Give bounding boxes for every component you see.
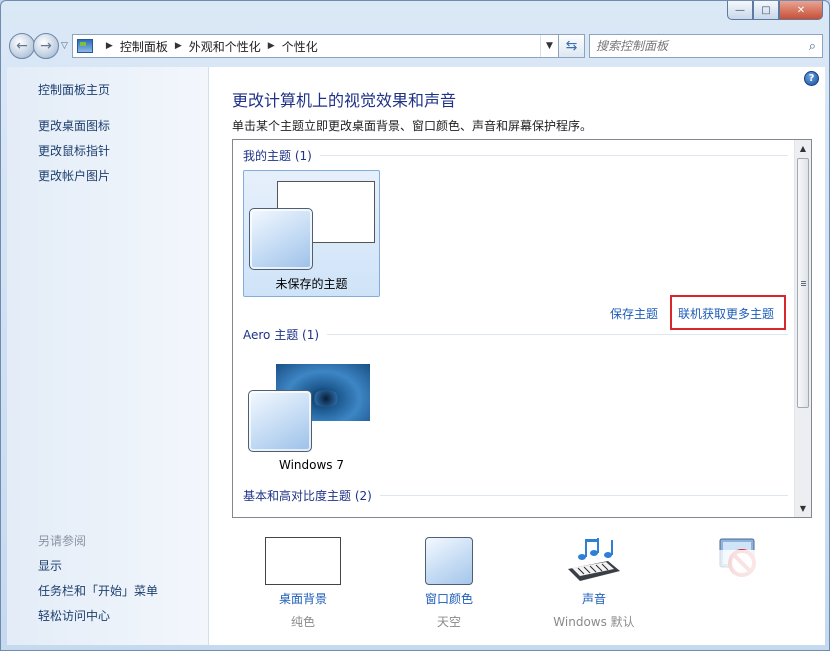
recent-pages-button[interactable]: ▽ (61, 41, 68, 51)
bottom-right-fade (625, 550, 825, 645)
search-icon[interactable]: ⌕ (809, 39, 816, 54)
breadcrumb-separator[interactable]: ▶ (106, 41, 113, 51)
group-basic-themes: 基本和高对比度主题 (2) (243, 487, 788, 504)
theme-tile-windows-7[interactable]: Windows 7 (243, 352, 380, 479)
get-more-themes-link[interactable]: 联机获取更多主题 (678, 305, 774, 322)
sidebar: 控制面板主页 更改桌面图标 更改鼠标指针 更改帐户图片 另请参阅 显示 任务栏和… (7, 67, 209, 645)
breadcrumb-control-panel[interactable]: 控制面板 (120, 38, 168, 55)
theme-list-scrollbar[interactable]: ▲ ▼ (794, 140, 811, 517)
scrollbar-grip (801, 281, 806, 282)
see-also-heading: 另请参阅 (38, 534, 87, 548)
personalization-window: — □ ✕ ← → ▽ ▶ 控制面板 ▶ 外观和个性化 ▶ 个性化 ▼ ⇆ ⌕ … (0, 0, 830, 651)
back-arrow-icon: ← (16, 38, 28, 54)
maximize-button[interactable]: □ (753, 1, 779, 20)
search-input[interactable] (596, 39, 796, 53)
sidebar-link-account-picture[interactable]: 更改帐户图片 (38, 167, 110, 184)
theme-tile-unsaved[interactable]: 未保存的主题 (243, 170, 380, 297)
help-icon[interactable]: ? (804, 71, 819, 86)
group-aero-themes: Aero 主题 (1) (243, 326, 788, 343)
theme-window-color-thumbnail (249, 208, 313, 270)
scroll-down-arrow[interactable]: ▼ (795, 500, 811, 517)
scrollbar-grip (801, 285, 806, 286)
minimize-button[interactable]: — (727, 1, 753, 20)
desktop-background-setting[interactable]: 桌面背景 纯色 (243, 537, 363, 630)
address-bar[interactable]: ▶ 控制面板 ▶ 外观和个性化 ▶ 个性化 ▼ (71, 34, 559, 58)
back-button[interactable]: ← (9, 33, 35, 59)
group-basic-themes-label: 基本和高对比度主题 (2) (243, 489, 372, 503)
sidebar-link-mouse-pointers[interactable]: 更改鼠标指针 (38, 142, 110, 159)
forward-arrow-icon: → (40, 38, 52, 54)
theme-label: 未保存的主题 (275, 277, 348, 291)
sidebar-link-control-panel-home[interactable]: 控制面板主页 (38, 81, 110, 98)
group-divider (379, 495, 788, 496)
breadcrumb-appearance[interactable]: 外观和个性化 (189, 38, 261, 55)
theme-list: 我的主题 (1) 未保存的主题 保存主题 联机获取更多主题 Aero 主题 (1… (232, 139, 812, 518)
desktop-background-value: 纯色 (290, 615, 315, 629)
sidebar-link-taskbar[interactable]: 任务栏和「开始」菜单 (38, 582, 158, 599)
page-title: 更改计算机上的视觉效果和声音 (232, 91, 457, 110)
caption-buttons: — □ ✕ (727, 1, 823, 20)
theme-label: Windows 7 (278, 458, 344, 472)
control-panel-icon (76, 39, 93, 53)
window-color-thumbnail (425, 537, 473, 585)
sidebar-link-display[interactable]: 显示 (38, 557, 62, 574)
desktop-background-thumbnail (265, 537, 341, 585)
sidebar-link-ease-of-access[interactable]: 轻松访问中心 (38, 607, 110, 624)
save-theme-link[interactable]: 保存主题 (610, 305, 658, 322)
address-dropdown-button[interactable]: ▼ (540, 35, 558, 57)
sidebar-link-desktop-icons[interactable]: 更改桌面图标 (38, 117, 110, 134)
scrollbar-thumb[interactable] (797, 158, 809, 408)
group-divider (319, 155, 788, 156)
group-aero-themes-label: Aero 主题 (1) (243, 328, 320, 342)
breadcrumb-separator[interactable]: ▶ (268, 41, 275, 51)
window-color-link[interactable]: 窗口颜色 (389, 590, 509, 607)
breadcrumb-personalization[interactable]: 个性化 (282, 38, 318, 55)
group-my-themes: 我的主题 (1) (243, 147, 788, 164)
group-divider (327, 334, 788, 335)
refresh-button[interactable]: ⇆ (559, 34, 585, 58)
page-description: 单击某个主题立即更改桌面背景、窗口颜色、声音和屏幕保护程序。 (232, 119, 593, 133)
scrollbar-grip (801, 283, 806, 284)
navigation-bar: ← → ▽ ▶ 控制面板 ▶ 外观和个性化 ▶ 个性化 ▼ ⇆ ⌕ (9, 31, 823, 61)
scroll-up-arrow[interactable]: ▲ (795, 140, 811, 157)
sounds-icon (564, 535, 624, 587)
forward-button[interactable]: → (33, 33, 59, 59)
theme-window-color-thumbnail (248, 390, 312, 452)
window-color-setting[interactable]: 窗口颜色 天空 (389, 537, 509, 630)
search-box[interactable]: ⌕ (589, 34, 823, 58)
desktop-background-link[interactable]: 桌面背景 (243, 590, 363, 607)
group-my-themes-label: 我的主题 (1) (243, 149, 312, 163)
refresh-icon: ⇆ (565, 38, 578, 54)
close-button[interactable]: ✕ (779, 1, 823, 20)
main-content: ? 更改计算机上的视觉效果和声音 单击某个主题立即更改桌面背景、窗口颜色、声音和… (209, 67, 825, 645)
breadcrumb-separator[interactable]: ▶ (175, 41, 182, 51)
window-color-value: 天空 (436, 615, 461, 629)
